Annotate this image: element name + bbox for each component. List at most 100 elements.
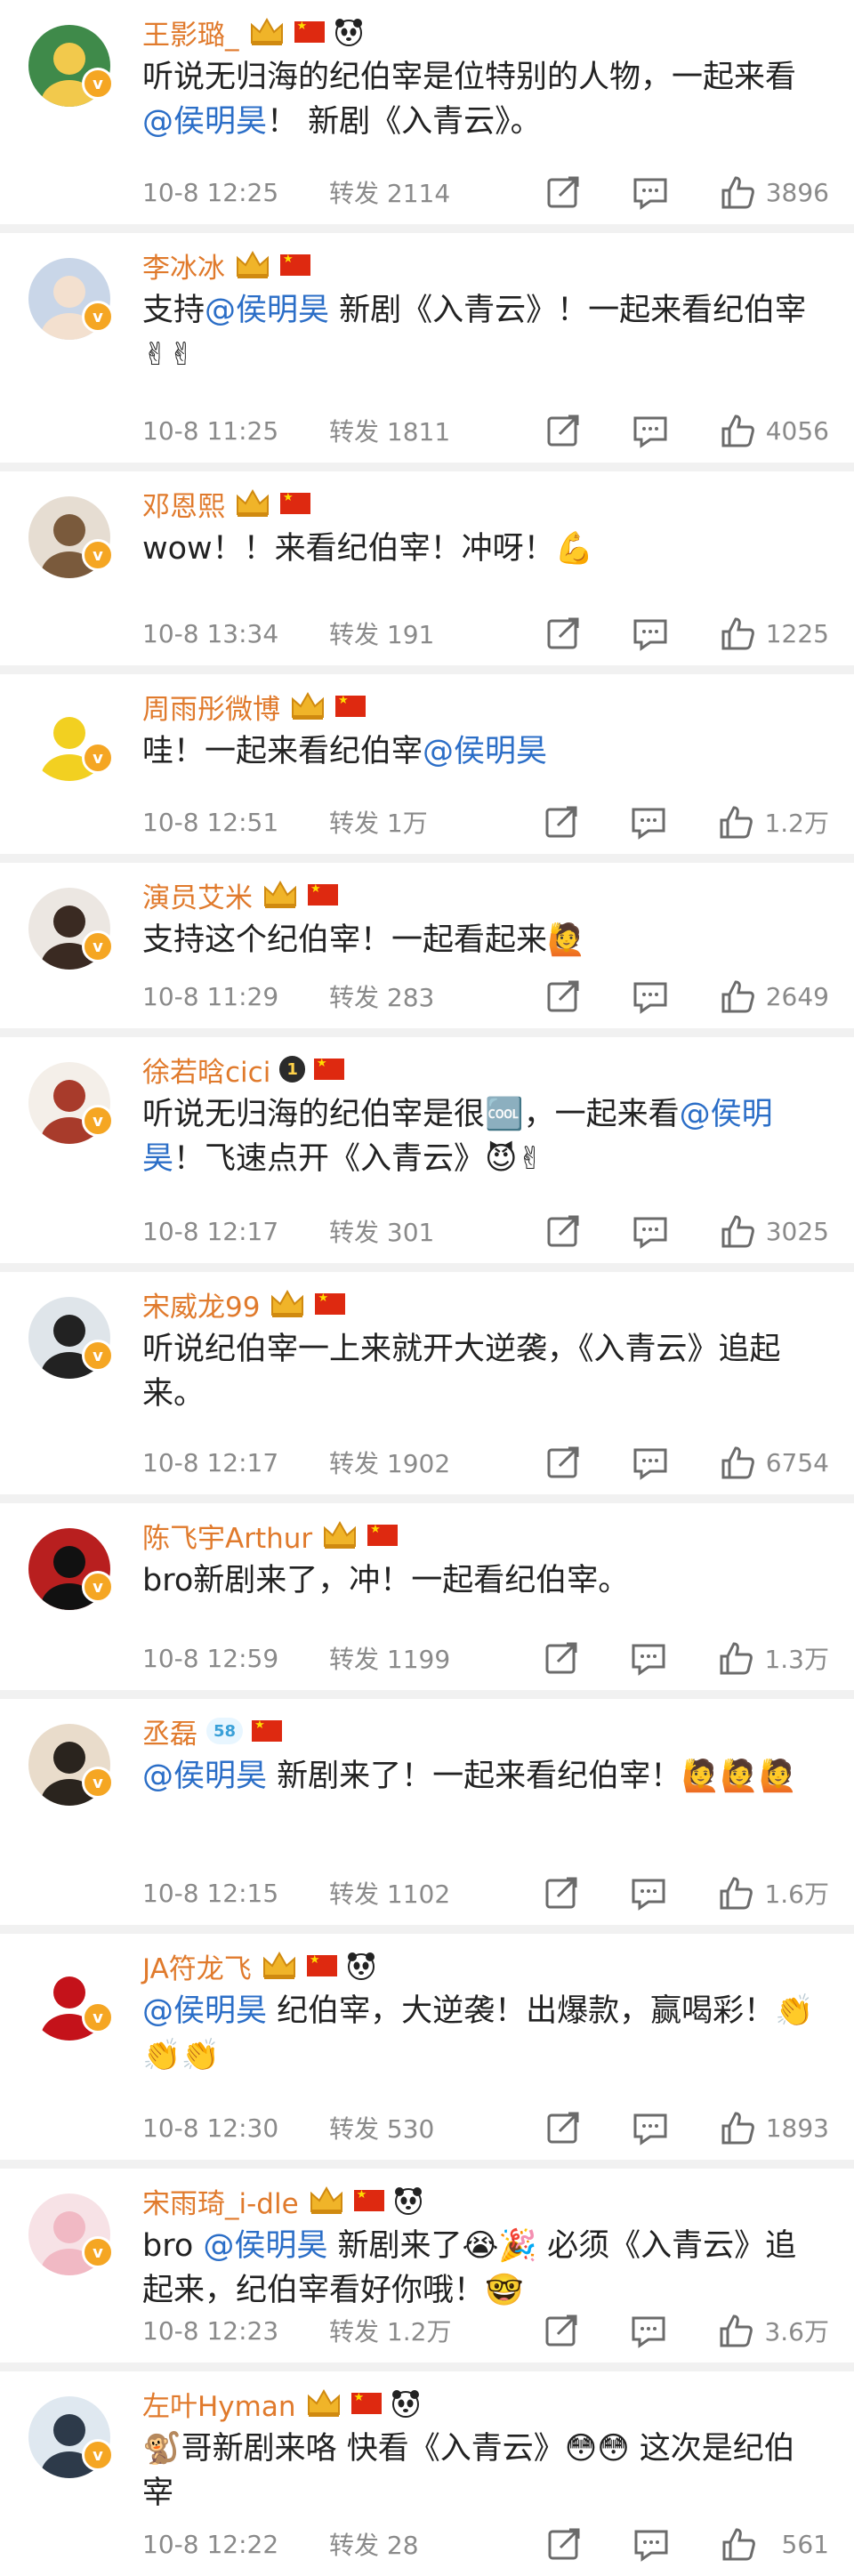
username[interactable]: 徐若晗cici [142, 1050, 270, 1090]
share-icon[interactable] [542, 1873, 581, 1912]
comment-text: 哇！一起来看纪伯宰@侯明昊 [142, 734, 548, 769]
verified-icon: v [82, 68, 114, 100]
comment-header: 宋威龙99 [142, 1284, 346, 1324]
verified-icon: v [82, 2236, 114, 2268]
like-icon[interactable] [716, 1873, 755, 1912]
comment-text: bro @侯明昊 新剧来了😭🎉 必须《入青云》追起来，纪伯宰看好你哦！🤓 [142, 2228, 797, 2308]
like-icon[interactable] [718, 1443, 757, 1482]
crown-icon [234, 487, 271, 519]
comment-meta: 10-8 12:59 转发 1199 [142, 1638, 450, 1678]
mention-link[interactable]: @侯明昊 [423, 734, 547, 769]
comment-item: v 李冰冰支持@侯明昊 新剧《入青云》！一起来看纪伯宰✌✌ 10-8 11:25 转发… [0, 233, 854, 463]
comment-actions: 4056 [544, 411, 829, 450]
reply-icon[interactable] [631, 2108, 670, 2147]
comment-item: v 王影璐_ 听说无归海的纪伯宰是位特别的人物，一起来看@侯明昊！ 新剧《入青云》。… [0, 0, 854, 224]
share-icon[interactable] [544, 2524, 584, 2564]
share-icon[interactable] [544, 411, 583, 450]
share-count: 转发 283 [329, 983, 435, 1012]
comment-meta: 10-8 13:34 转发 191 [142, 614, 434, 653]
like-icon[interactable] [718, 614, 757, 653]
china-flag-icon [350, 2391, 382, 2414]
share-icon[interactable] [544, 2108, 583, 2147]
reply-icon[interactable] [629, 1873, 668, 1912]
fan-level-badge: 58 [206, 1718, 244, 1744]
china-flag-icon [308, 882, 338, 906]
like-count: 3025 [765, 1216, 829, 1246]
comment-meta: 10-8 12:17 转发 301 [142, 1212, 434, 1251]
mention-link[interactable]: @侯明昊 [205, 293, 329, 328]
like-icon[interactable] [716, 1638, 755, 1678]
username[interactable]: 邓恩熙 [142, 484, 225, 524]
share-icon[interactable] [542, 802, 581, 841]
verified-icon: v [82, 539, 114, 571]
mention-link[interactable]: @侯明昊 [203, 2228, 327, 2264]
verified-icon: v [82, 2001, 114, 2033]
like-icon[interactable] [719, 2524, 758, 2564]
comment-item: v 演员艾米支持这个纪伯宰！一起看起来🙋 10-8 11:29 转发 283 2649 [0, 863, 854, 1028]
crown-icon [305, 2387, 342, 2419]
china-flag-icon [367, 1523, 399, 1546]
like-icon[interactable] [716, 2311, 755, 2350]
share-count: 转发 530 [329, 2114, 435, 2144]
username[interactable]: JA符龙飞 [142, 1946, 252, 1986]
share-count: 转发 1万 [329, 809, 428, 838]
reply-icon[interactable] [631, 411, 670, 450]
share-icon[interactable] [544, 1212, 583, 1251]
like-icon[interactable] [718, 1212, 757, 1251]
like-icon[interactable] [718, 173, 757, 212]
share-icon[interactable] [542, 1638, 581, 1678]
comment-header: 邓恩熙 [142, 484, 310, 523]
share-icon[interactable] [542, 2311, 581, 2350]
username[interactable]: 宋威龙99 [142, 1284, 260, 1324]
like-icon[interactable] [716, 802, 755, 841]
reply-icon[interactable] [631, 1443, 670, 1482]
username[interactable]: 宋雨琦_i-dle [142, 2181, 299, 2221]
china-flag-icon [335, 694, 366, 717]
username[interactable]: 演员艾米 [142, 875, 253, 915]
like-icon[interactable] [718, 2108, 757, 2147]
share-icon[interactable] [544, 173, 583, 212]
china-flag-icon [294, 20, 325, 43]
verified-icon: v [82, 1105, 114, 1137]
username[interactable]: 陈飞宇Arthur [142, 1516, 312, 1556]
comment-meta: 10-8 11:29 转发 283 [142, 977, 434, 1016]
share-count: 转发 1.2万 [329, 2317, 452, 2347]
crown-icon [269, 1288, 306, 1320]
comment-meta: 10-8 12:25 转发 2114 [142, 173, 450, 212]
reply-icon[interactable] [629, 2311, 668, 2350]
reply-icon[interactable] [632, 2524, 671, 2564]
comment-date: 10-8 12:17 [142, 1216, 279, 1246]
reply-icon[interactable] [631, 173, 670, 212]
mention-link[interactable]: @侯明昊 [142, 1097, 773, 1177]
crown-icon [262, 879, 299, 911]
comment-header: 徐若晗cici 1 [142, 1050, 344, 1089]
mention-link[interactable]: @侯明昊 [142, 1993, 267, 2029]
reply-icon[interactable] [629, 802, 668, 841]
comment-actions: 3025 [544, 1212, 829, 1251]
comment-date: 10-8 12:59 [142, 1643, 279, 1673]
comment-actions: 2649 [544, 977, 829, 1016]
like-icon[interactable] [718, 977, 757, 1016]
username[interactable]: 王影璐_ [142, 12, 239, 52]
comment-text: @侯明昊 纪伯宰，大逆袭！出爆款，赢喝彩！👏👏👏 [142, 1993, 814, 2073]
like-count: 6754 [765, 1447, 829, 1477]
china-flag-icon [315, 1292, 346, 1315]
username[interactable]: 周雨彤微博 [142, 687, 280, 727]
comment-text: 支持这个纪伯宰！一起看起来🙋 [142, 922, 586, 958]
mention-link[interactable]: @侯明昊 [142, 104, 267, 140]
comment-text: 听说纪伯宰一上来就开大逆袭，《入青云》追起来。 [142, 1332, 781, 1412]
username[interactable]: 丞磊 [142, 1711, 197, 1751]
share-icon[interactable] [544, 614, 583, 653]
share-count: 转发 301 [329, 1218, 435, 1247]
username[interactable]: 左叶Hyman [142, 2384, 296, 2424]
reply-icon[interactable] [629, 1638, 668, 1678]
like-icon[interactable] [718, 411, 757, 450]
share-icon[interactable] [544, 977, 583, 1016]
reply-icon[interactable] [631, 977, 670, 1016]
share-icon[interactable] [544, 1443, 583, 1482]
comment-date: 10-8 11:25 [142, 415, 279, 446]
mention-link[interactable]: @侯明昊 [142, 1759, 267, 1794]
username[interactable]: 李冰冰 [142, 246, 225, 286]
reply-icon[interactable] [631, 1212, 670, 1251]
reply-icon[interactable] [631, 614, 670, 653]
